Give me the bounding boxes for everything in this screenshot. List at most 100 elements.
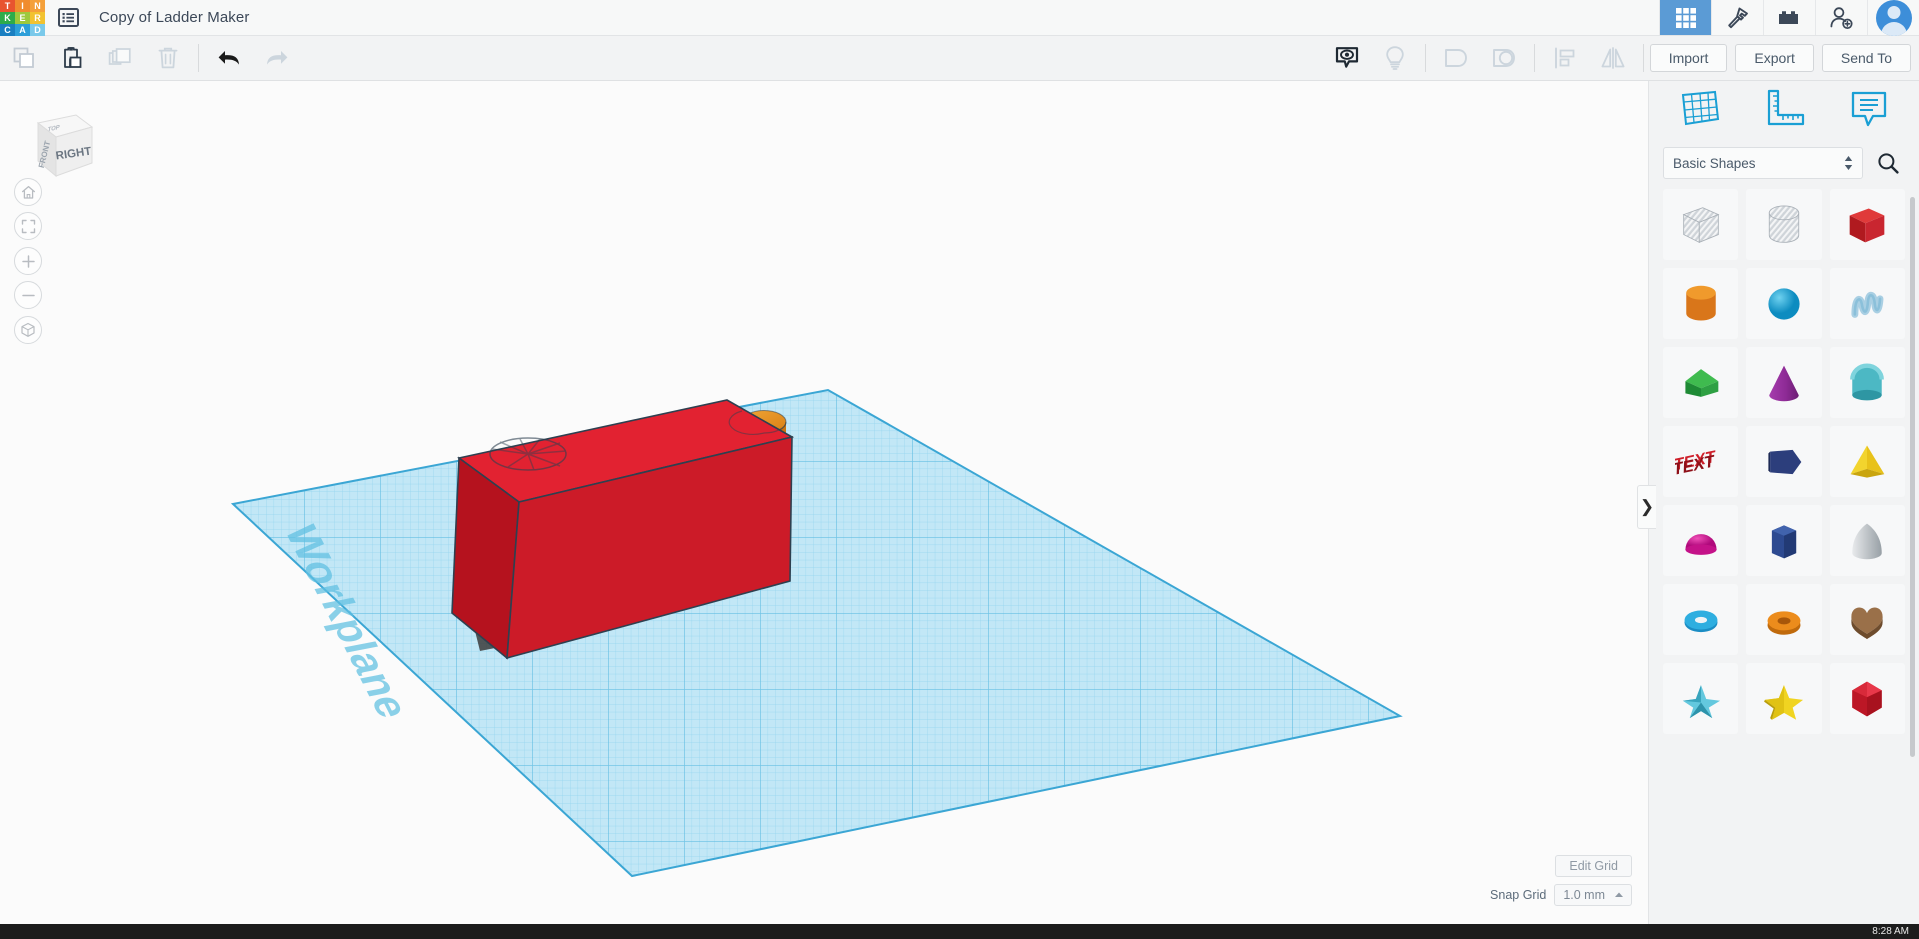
shape-tube[interactable] [1829, 347, 1905, 418]
shape-text[interactable]: TEXT TEXT [1663, 426, 1739, 497]
send-to-button[interactable]: Send To [1821, 44, 1911, 72]
avatar [1875, 0, 1912, 36]
action-toolbar: Import Export Send To [0, 36, 1919, 81]
round-tube-icon [1767, 610, 1801, 635]
paste-button[interactable] [48, 36, 96, 81]
panel-collapse-toggle[interactable]: ❯ [1637, 485, 1656, 529]
blocks-tab-button[interactable] [1763, 0, 1815, 35]
logo-tile-r: R [30, 12, 45, 24]
shape-torus[interactable] [1663, 584, 1739, 655]
user-avatar-button[interactable] [1867, 0, 1919, 36]
shape-round-roof[interactable] [1746, 584, 1822, 655]
redo-button[interactable] [253, 36, 301, 81]
document-menu-button[interactable] [45, 0, 91, 35]
half-tube-icon [1850, 363, 1885, 400]
shape-polygon-arrow[interactable] [1746, 426, 1822, 497]
zoom-out-button[interactable] [14, 281, 42, 309]
shape-box-hole[interactable] [1663, 189, 1739, 260]
shape-paraboloid[interactable] [1829, 505, 1905, 576]
grid-controls: Edit Grid Snap Grid 1.0 mm [1490, 855, 1632, 906]
updown-caret-icon [1844, 156, 1853, 170]
invite-people-button[interactable] [1815, 0, 1867, 35]
text-3d-icon: TEXTTEXT [1675, 446, 1716, 479]
star-flat-icon [1764, 684, 1804, 720]
design-canvas[interactable]: Workplane RIGHT FRONT TOP Edit Grid Snap… [0, 81, 1648, 924]
trash-icon [158, 47, 178, 69]
edit-tool-group [0, 36, 301, 81]
tab-notes[interactable] [1839, 85, 1899, 133]
logo-tile-n: N [30, 0, 45, 12]
group-button[interactable] [1432, 36, 1480, 81]
snap-grid-value: 1.0 mm [1563, 888, 1605, 902]
tinker-tab-button[interactable] [1711, 0, 1763, 35]
shape-pyramid[interactable] [1829, 426, 1905, 497]
search-button[interactable] [1871, 147, 1905, 179]
export-button[interactable]: Export [1735, 44, 1814, 72]
shape-search-row: Basic Shapes [1649, 137, 1919, 189]
duplicate-button[interactable] [96, 36, 144, 81]
pyramid-icon [1850, 445, 1885, 478]
home-view-button[interactable] [14, 178, 42, 206]
show-hide-button[interactable] [1323, 36, 1371, 81]
scene-3d: Workplane [230, 388, 1403, 878]
paraboloid-icon [1852, 523, 1883, 559]
cylinder-hole-icon [1768, 205, 1800, 243]
sphere-icon [1768, 287, 1800, 320]
grid-workplane-icon [1682, 90, 1720, 126]
tab-ruler[interactable] [1754, 85, 1814, 133]
shape-panel-scrollbar[interactable] [1910, 197, 1915, 757]
shape-category-select[interactable]: Basic Shapes [1663, 147, 1863, 179]
align-button[interactable] [1541, 36, 1589, 81]
import-button[interactable]: Import [1649, 44, 1728, 72]
roof-icon [1685, 368, 1718, 397]
shape-cylinder-hole[interactable] [1746, 189, 1822, 260]
logo-tile-d: D [30, 24, 45, 36]
shape-star-yellow[interactable] [1746, 663, 1822, 734]
half-sphere-icon [1685, 533, 1717, 555]
delete-button[interactable] [144, 36, 192, 81]
lightbulb-icon [1386, 46, 1404, 70]
shape-diamond[interactable] [1829, 663, 1905, 734]
logo-tile-a: A [15, 24, 30, 36]
fit-to-view-button[interactable] [14, 212, 42, 240]
shape-box[interactable] [1829, 189, 1905, 260]
shape-cone[interactable] [1746, 347, 1822, 418]
logo-tile-c: C [0, 24, 15, 36]
shape-roof[interactable] [1663, 347, 1739, 418]
home-icon [21, 185, 35, 199]
zoom-in-button[interactable] [14, 247, 42, 275]
list-menu-icon [57, 8, 79, 27]
undo-button[interactable] [205, 36, 253, 81]
ruler-icon [1767, 89, 1805, 126]
shape-star-teal[interactable] [1663, 663, 1739, 734]
logo-tile-i: I [15, 0, 30, 12]
shape-scribble[interactable] [1829, 268, 1905, 339]
light-button[interactable] [1371, 36, 1419, 81]
undo-arrow-icon [218, 51, 239, 65]
ungroup-button[interactable] [1480, 36, 1528, 81]
shape-hexagon-prism[interactable] [1746, 505, 1822, 576]
shape-heart[interactable] [1829, 584, 1905, 655]
shape-library-grid[interactable]: TEXT TEXT [1649, 189, 1919, 924]
toolbar-divider [1424, 44, 1426, 72]
perspective-toggle-button[interactable] [14, 316, 42, 344]
view-tool-group: Import Export Send To [1323, 36, 1919, 81]
gallery-grid-icon [1675, 7, 1696, 28]
paste-icon [64, 47, 82, 68]
tinkercad-logo[interactable]: TIN KER CAD [0, 0, 45, 36]
heart-icon [1851, 607, 1883, 639]
gallery-tab-button[interactable] [1659, 0, 1711, 35]
workplane-grid [230, 388, 1403, 878]
shape-half-sphere[interactable] [1663, 505, 1739, 576]
mirror-button[interactable] [1589, 36, 1637, 81]
logo-tile-e: E [15, 12, 30, 24]
redo-arrow-icon [267, 51, 288, 65]
shape-sphere[interactable] [1746, 268, 1822, 339]
plus-icon [21, 254, 35, 268]
align-icon [1554, 47, 1575, 69]
tab-shapes-workplane[interactable] [1669, 85, 1729, 133]
copy-button[interactable] [0, 36, 48, 81]
snap-grid-select[interactable]: 1.0 mm [1554, 884, 1632, 906]
shape-cylinder[interactable] [1663, 268, 1739, 339]
edit-grid-button[interactable]: Edit Grid [1555, 855, 1632, 877]
